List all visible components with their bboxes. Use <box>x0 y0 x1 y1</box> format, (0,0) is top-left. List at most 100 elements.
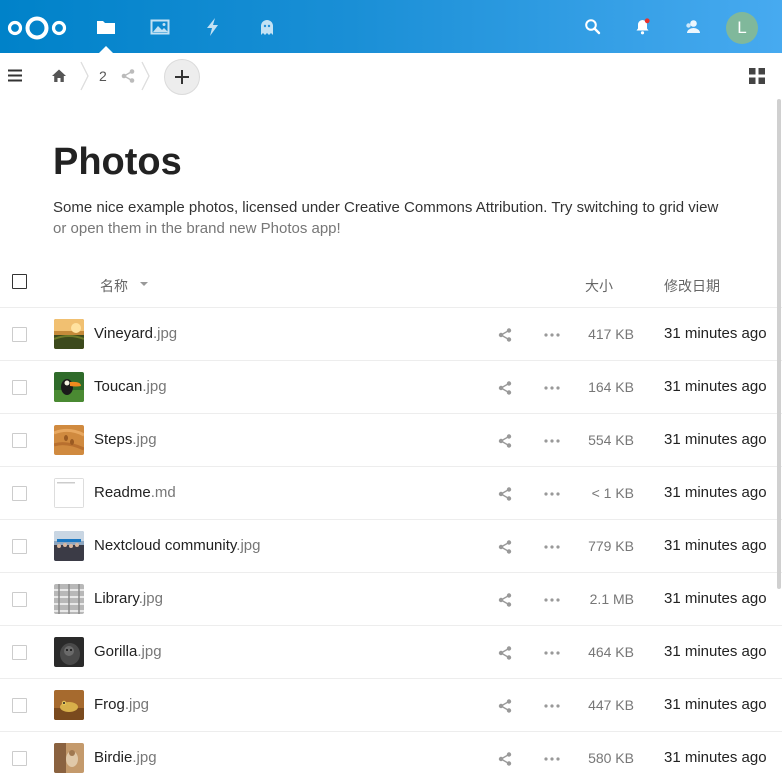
app-files[interactable] <box>80 0 132 53</box>
ghost-icon <box>261 19 273 35</box>
more-actions-icon[interactable] <box>543 486 561 502</box>
file-row[interactable]: Nextcloud community.jpg 779 KB 31 minute… <box>0 520 782 573</box>
more-actions-icon[interactable] <box>543 592 561 608</box>
row-checkbox[interactable] <box>12 645 27 660</box>
grid-view-icon[interactable] <box>748 67 766 85</box>
file-row[interactable]: Vineyard.jpg 417 KB 31 minutes ago <box>0 308 782 361</box>
scrollbar[interactable] <box>777 99 781 589</box>
file-thumbnail[interactable] <box>54 372 84 402</box>
frog-thumbnail-icon <box>54 690 84 720</box>
row-checkbox[interactable] <box>12 592 27 607</box>
more-actions-icon[interactable] <box>543 751 561 767</box>
file-name[interactable]: Toucan.jpg <box>94 378 167 395</box>
file-size: 554 KB <box>588 432 634 448</box>
file-name[interactable]: Steps.jpg <box>94 431 157 448</box>
file-modified: 31 minutes ago <box>664 431 767 448</box>
app-activity[interactable] <box>187 0 239 53</box>
description-text: Some nice example photos, licensed under… <box>53 199 719 216</box>
share-icon[interactable] <box>497 645 513 661</box>
share-icon[interactable] <box>497 539 513 555</box>
file-size: < 1 KB <box>591 485 634 501</box>
file-size: 779 KB <box>588 538 634 554</box>
more-actions-icon[interactable] <box>543 539 561 555</box>
row-checkbox[interactable] <box>12 698 27 713</box>
file-row[interactable]: Library.jpg 2.1 MB 31 minutes ago <box>0 573 782 626</box>
breadcrumb-folder[interactable]: 2 <box>99 53 107 99</box>
file-row[interactable]: Frog.jpg 447 KB 31 minutes ago <box>0 679 782 732</box>
breadcrumb-separator-icon <box>80 61 89 91</box>
file-name[interactable]: Frog.jpg <box>94 696 149 713</box>
toucan-thumbnail-icon <box>54 372 84 402</box>
more-actions-icon[interactable] <box>543 433 561 449</box>
row-checkbox[interactable] <box>12 486 27 501</box>
file-thumbnail[interactable] <box>54 584 84 614</box>
share-icon[interactable] <box>497 698 513 714</box>
share-icon[interactable] <box>497 433 513 449</box>
search-button[interactable] <box>569 0 615 53</box>
file-thumbnail[interactable] <box>54 531 84 561</box>
breadcrumb-share[interactable] <box>120 53 136 99</box>
file-name[interactable]: Gorilla.jpg <box>94 643 162 660</box>
page-title: Photos <box>53 141 182 183</box>
row-checkbox[interactable] <box>12 380 27 395</box>
nextcloud-logo[interactable] <box>6 14 68 42</box>
image-icon <box>150 19 170 34</box>
file-row[interactable]: Steps.jpg 554 KB 31 minutes ago <box>0 414 782 467</box>
file-row[interactable]: Birdie.jpg 580 KB 31 minutes ago <box>0 732 782 777</box>
share-icon[interactable] <box>497 592 513 608</box>
column-name-header[interactable]: 名称 <box>100 276 128 296</box>
new-file-button[interactable] <box>164 59 200 95</box>
column-modified-header[interactable]: 修改日期 <box>664 276 720 296</box>
user-avatar[interactable]: L <box>726 12 758 44</box>
file-size: 580 KB <box>588 750 634 766</box>
file-size: 2.1 MB <box>589 591 634 607</box>
file-thumbnail[interactable] <box>54 637 84 667</box>
file-thumbnail[interactable] <box>54 425 84 455</box>
share-icon[interactable] <box>497 751 513 767</box>
file-thumbnail[interactable] <box>54 743 84 773</box>
folder-icon <box>97 20 115 34</box>
top-header: L <box>0 0 782 53</box>
file-size: 417 KB <box>588 326 634 342</box>
file-row[interactable]: Toucan.jpg 164 KB 31 minutes ago <box>0 361 782 414</box>
share-icon[interactable] <box>497 380 513 396</box>
app-ghost[interactable] <box>241 0 293 53</box>
more-actions-icon[interactable] <box>543 380 561 396</box>
file-thumbnail[interactable] <box>54 690 84 720</box>
hamburger-menu-icon[interactable] <box>8 69 22 82</box>
file-thumbnail[interactable] <box>54 319 84 349</box>
file-name[interactable]: Nextcloud community.jpg <box>94 537 260 554</box>
row-checkbox[interactable] <box>12 433 27 448</box>
more-actions-icon[interactable] <box>543 645 561 661</box>
column-size-header[interactable]: 大小 <box>585 276 613 296</box>
file-size: 447 KB <box>588 697 634 713</box>
file-name[interactable]: Vineyard.jpg <box>94 325 177 342</box>
file-size: 464 KB <box>588 644 634 660</box>
share-icon[interactable] <box>497 486 513 502</box>
share-icon <box>121 69 135 83</box>
row-checkbox[interactable] <box>12 751 27 766</box>
bell-icon <box>636 18 650 35</box>
library-thumbnail-icon <box>54 584 84 614</box>
lightning-icon <box>207 17 218 36</box>
notifications-button[interactable] <box>619 0 665 53</box>
contacts-button[interactable] <box>669 0 715 53</box>
more-actions-icon[interactable] <box>543 327 561 343</box>
file-thumbnail[interactable] <box>54 478 84 508</box>
file-modified: 31 minutes ago <box>664 325 767 342</box>
file-row[interactable]: Gorilla.jpg 464 KB 31 minutes ago <box>0 626 782 679</box>
file-name[interactable]: Library.jpg <box>94 590 163 607</box>
file-modified: 31 minutes ago <box>664 537 767 554</box>
more-actions-icon[interactable] <box>543 698 561 714</box>
row-checkbox[interactable] <box>12 539 27 554</box>
breadcrumb-home[interactable] <box>51 53 67 99</box>
file-modified: 31 minutes ago <box>664 749 767 766</box>
share-icon[interactable] <box>497 327 513 343</box>
row-checkbox[interactable] <box>12 327 27 342</box>
app-photos[interactable] <box>134 0 186 53</box>
file-name[interactable]: Readme.md <box>94 484 176 501</box>
select-all-checkbox[interactable] <box>12 274 27 289</box>
file-name[interactable]: Birdie.jpg <box>94 749 157 766</box>
file-row[interactable]: Readme.md < 1 KB 31 minutes ago <box>0 467 782 520</box>
file-modified: 31 minutes ago <box>664 484 767 501</box>
